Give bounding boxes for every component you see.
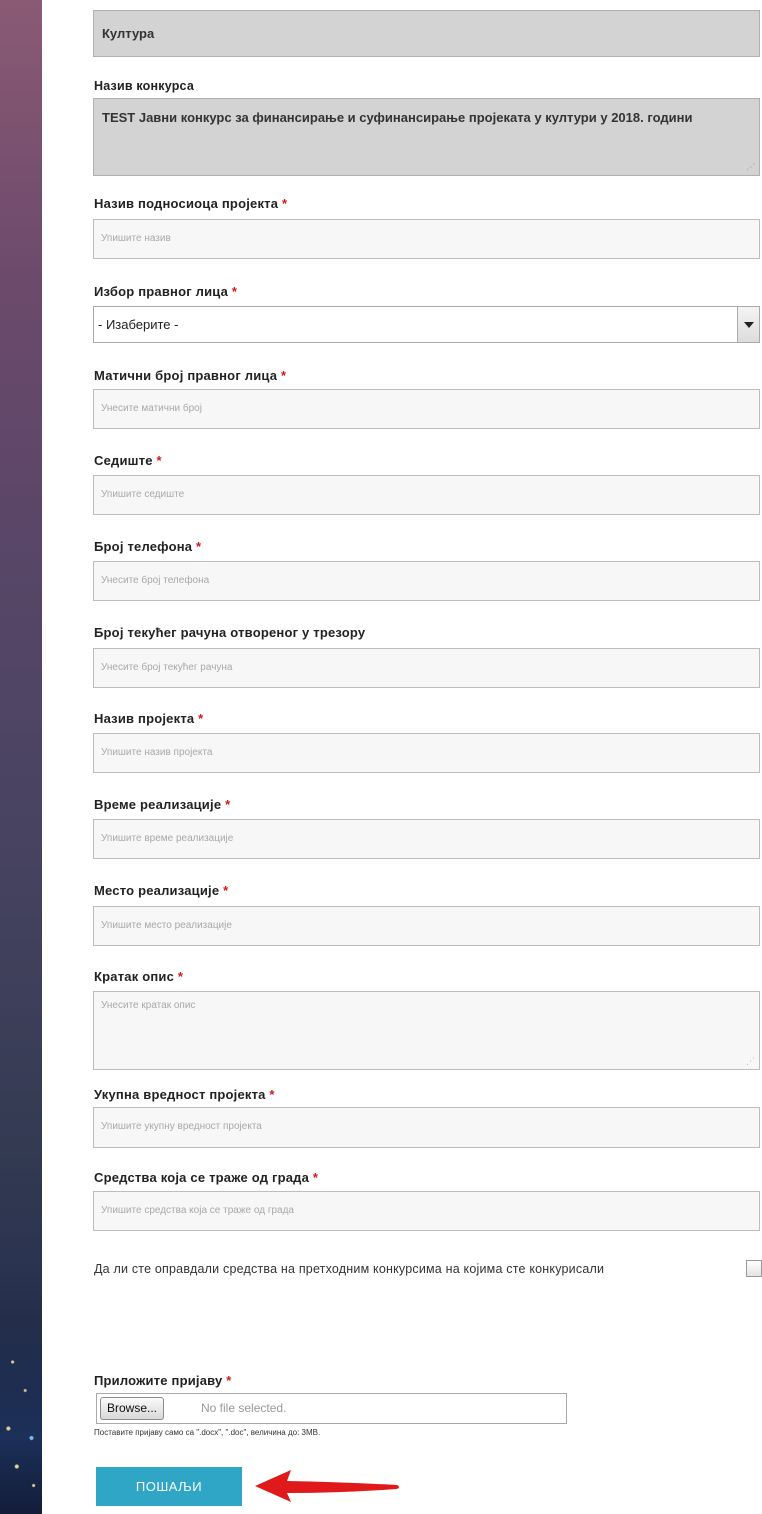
- seat-input[interactable]: Упишите седиште: [93, 475, 760, 515]
- resize-grip-icon[interactable]: ⋰: [746, 1057, 755, 1066]
- category-field: Култура: [93, 10, 760, 57]
- legal-entity-label: Избор правног лица *: [94, 284, 238, 299]
- submit-button[interactable]: ПОШАЉИ: [96, 1467, 242, 1506]
- attachment-hint: Поставите пријаву само са ".docx", ".doc…: [94, 1428, 321, 1437]
- file-input[interactable]: Browse... No file selected.: [96, 1393, 567, 1424]
- browse-button[interactable]: Browse...: [100, 1397, 165, 1420]
- legal-entity-selected: - Изаберите -: [98, 317, 179, 332]
- applicant-name-input[interactable]: Упишите назив: [93, 219, 760, 259]
- realization-time-label: Време реализације *: [94, 797, 231, 812]
- requested-funds-input[interactable]: Упишите средства која се траже од града: [93, 1191, 760, 1231]
- project-name-label: Назив пројекта *: [94, 711, 204, 726]
- realization-place-input[interactable]: Упишите место реализације: [93, 906, 760, 946]
- background-photo-strip: [0, 0, 42, 1514]
- realization-place-label: Место реализације *: [94, 883, 229, 898]
- phone-input[interactable]: Унесите број телефона: [93, 561, 760, 601]
- total-value-input[interactable]: Упишите укупну вредност пројекта: [93, 1107, 760, 1148]
- resize-grip-icon[interactable]: ⋰: [746, 163, 755, 172]
- account-label: Број текућег рачуна отвореног у трезору: [94, 625, 366, 640]
- dropdown-arrow-icon[interactable]: [737, 307, 759, 342]
- realization-time-input[interactable]: Упишите време реализације: [93, 819, 760, 859]
- attachment-label: Приложите пријаву *: [94, 1373, 232, 1388]
- legal-entity-select[interactable]: - Изаберите -: [93, 306, 760, 343]
- project-name-input[interactable]: Упишите назив пројекта: [93, 733, 760, 773]
- seat-label: Седиште *: [94, 453, 162, 468]
- competition-label: Назив конкурса: [94, 79, 194, 93]
- justified-question: Да ли сте оправдали средства на претходн…: [94, 1262, 605, 1276]
- competition-value: TEST Јавни конкурс за финансирање и суфи…: [102, 110, 693, 125]
- justified-checkbox[interactable]: [746, 1260, 762, 1277]
- category-value: Култура: [102, 26, 155, 41]
- short-description-textarea[interactable]: Унесите кратак опис ⋰: [93, 991, 760, 1070]
- short-description-label: Кратак опис *: [94, 969, 184, 984]
- competition-field: TEST Јавни конкурс за финансирање и суфи…: [93, 98, 760, 176]
- account-input[interactable]: Унесите број текућег рачуна: [93, 648, 760, 688]
- phone-label: Број телефона *: [94, 539, 202, 554]
- requested-funds-label: Средства која се траже од града *: [94, 1170, 319, 1185]
- no-file-text: No file selected.: [201, 1401, 287, 1415]
- red-arrow-icon: [255, 1470, 399, 1502]
- applicant-name-label: Назив подносиоца пројекта *: [94, 196, 288, 211]
- short-description-placeholder: Унесите кратак опис: [101, 1000, 196, 1011]
- total-value-label: Укупна вредност пројекта *: [94, 1087, 275, 1102]
- registry-number-label: Матични број правног лица *: [94, 368, 287, 383]
- registry-number-input[interactable]: Унесите матични број: [93, 389, 760, 429]
